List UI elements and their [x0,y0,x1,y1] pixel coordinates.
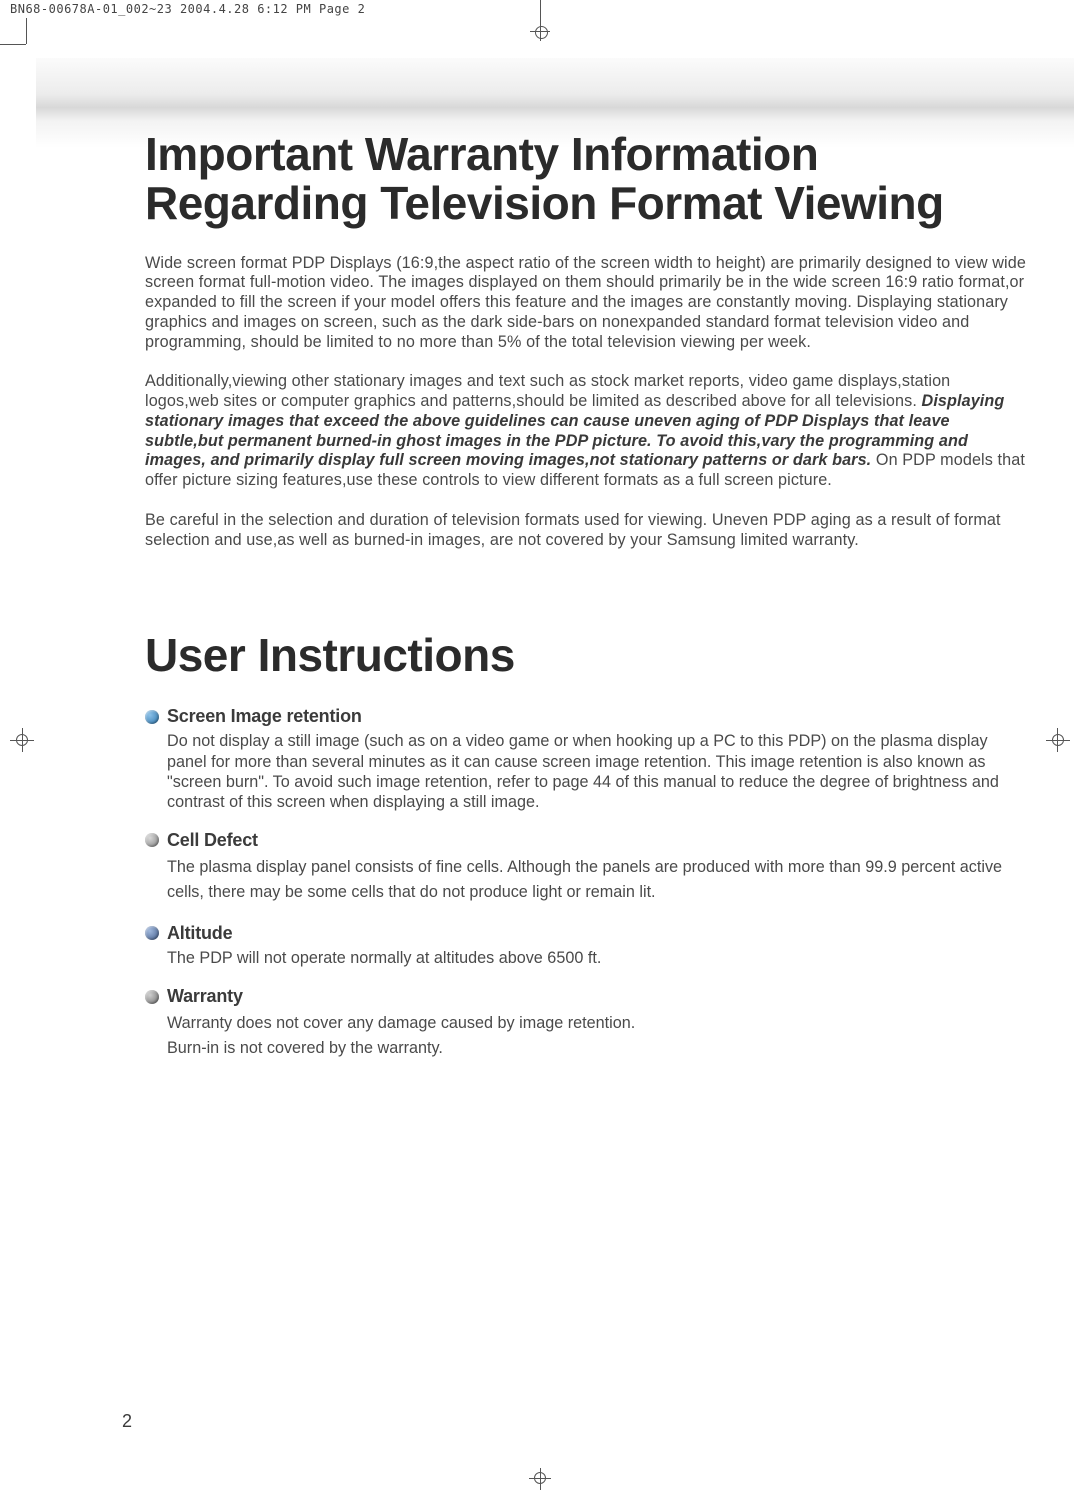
section-header: Warranty [145,986,1027,1007]
section-altitude: Altitude The PDP will not operate normal… [145,923,1027,968]
crop-mark-icon [26,18,27,44]
section-body: Do not display a still image (such as on… [167,731,1027,811]
bullet-icon [145,710,159,724]
print-job-header: BN68-00678A-01_002~23 2004.4.28 6:12 PM … [10,2,365,16]
heading-user-instructions: User Instructions [145,628,1027,682]
registration-mark-icon [22,728,23,752]
section-body: Warranty does not cover any damage cause… [167,1011,1027,1061]
bullet-icon [145,990,159,1004]
section-cell-defect: Cell Defect The plasma display panel con… [145,830,1027,905]
section-title: Warranty [167,986,243,1007]
paragraph-format-viewing: Wide screen format PDP Displays (16:9,th… [145,254,1027,353]
crop-mark-icon [540,1468,541,1490]
section-header: Screen Image retention [145,706,1027,727]
section-warranty: Warranty Warranty does not cover any dam… [145,986,1027,1061]
heading-warranty-info: Important Warranty Information Regarding… [145,130,1027,228]
section-title: Screen Image retention [167,706,362,727]
section-header: Altitude [145,923,1027,944]
page-content: Important Warranty Information Regarding… [145,130,1027,1079]
section-header: Cell Defect [145,830,1027,851]
section-title: Cell Defect [167,830,258,851]
bullet-icon [145,926,159,940]
bullet-icon [145,833,159,847]
section-screen-retention: Screen Image retention Do not display a … [145,706,1027,811]
crop-mark-icon [0,44,26,45]
section-body: The plasma display panel consists of fin… [167,855,1027,905]
registration-mark-icon [1057,728,1058,752]
paragraph-not-covered: Be careful in the selection and duration… [145,511,1027,551]
section-body: The PDP will not operate normally at alt… [167,948,1027,968]
crop-mark-icon [540,21,541,41]
registration-mark-icon [1046,740,1070,741]
para2-intro: Additionally,viewing other stationary im… [145,372,950,410]
paragraph-stationary-images: Additionally,viewing other stationary im… [145,372,1027,491]
page-number: 2 [122,1411,132,1432]
section-title: Altitude [167,923,232,944]
